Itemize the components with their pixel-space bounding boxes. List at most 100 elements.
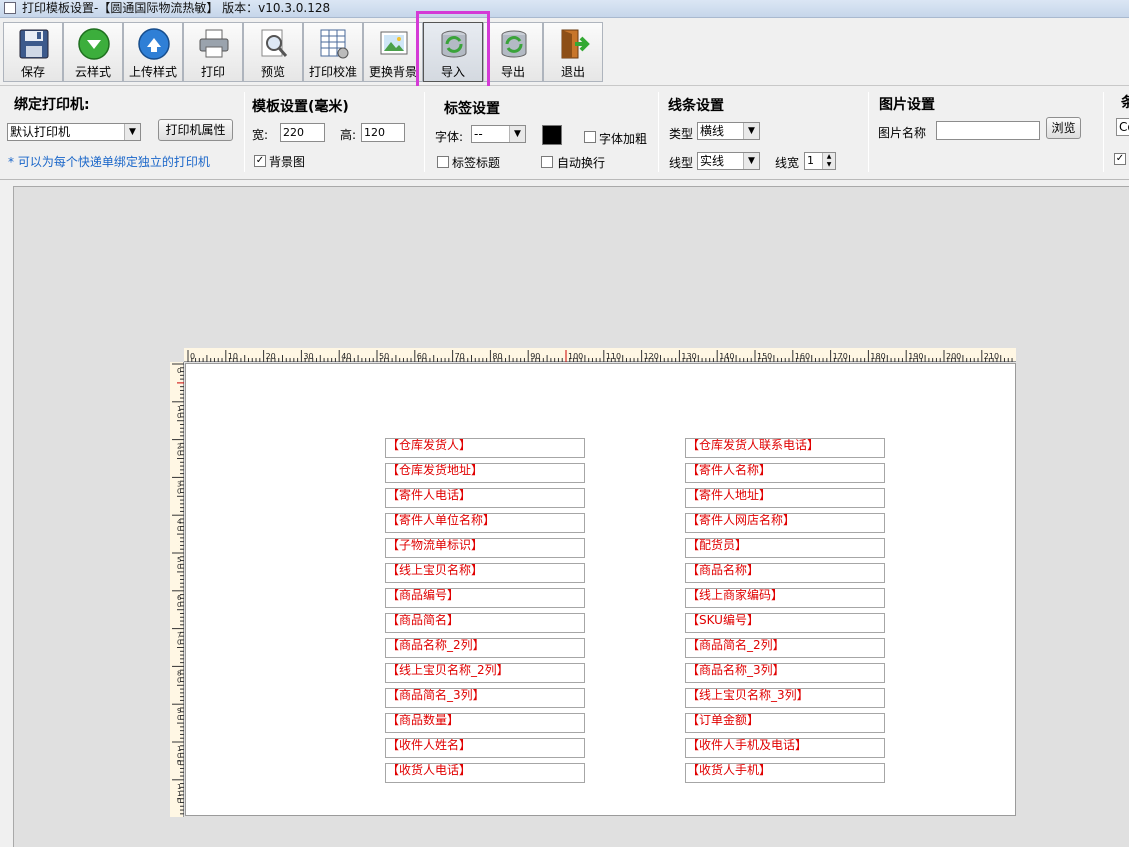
label-field[interactable]: 【商品名称_3列】	[685, 663, 885, 683]
line-width-label: 线宽	[775, 156, 800, 170]
upload-style-button[interactable]: 上传样式	[123, 22, 183, 82]
change-background-button[interactable]: 更换背景	[363, 22, 423, 82]
ruler-label: 100	[568, 352, 583, 361]
extra-select-value: Co	[1119, 120, 1129, 134]
ruler-label: 0	[190, 352, 195, 361]
ruler-label: 140	[719, 352, 734, 361]
label-field[interactable]: 【收件人姓名】	[385, 738, 585, 758]
chevron-down-icon: ▼	[124, 124, 140, 140]
print-button[interactable]: 打印	[183, 22, 243, 82]
label-field[interactable]: 【SKU编号】	[685, 613, 885, 633]
line-section-title: 线条设置	[668, 98, 724, 114]
label-field[interactable]: 【子物流单标识】	[385, 538, 585, 558]
ruler-label: 0	[177, 412, 181, 420]
font-select[interactable]: -- ▼	[471, 125, 526, 143]
line-type-select[interactable]: 横线 ▼	[697, 122, 760, 140]
print-label: 打印	[200, 65, 225, 79]
label-paper[interactable]: 【仓库发货人】 【仓库发货地址】 【寄件人电话】 【寄件人单位名称】 【子物流单标识】【…	[185, 363, 1016, 816]
extra-checkbox[interactable]: ✓	[1114, 153, 1126, 165]
ruler-corner	[170, 348, 184, 362]
ruler-label: 70	[455, 352, 465, 361]
ruler-label: 0	[177, 601, 181, 609]
preview-button[interactable]: 预览	[243, 22, 303, 82]
printer-select[interactable]: 默认打印机 ▼	[7, 123, 141, 141]
autowrap-label: 自动换行	[557, 156, 606, 170]
print-calibration-button[interactable]: 打印校准	[303, 22, 363, 82]
label-section-title: 标签设置	[444, 101, 500, 117]
export-button[interactable]: 导出	[483, 22, 543, 82]
font-color-swatch[interactable]	[542, 125, 562, 145]
ruler-label: 10	[228, 352, 238, 361]
label-field[interactable]: 【收件人手机及电话】	[685, 738, 885, 758]
ruler-label: 0	[177, 563, 181, 571]
title-bar: 打印模板设置-【圆通国际物流热敏】 版本：v10.3.0.128	[0, 0, 1129, 18]
label-title-checkbox[interactable]	[437, 156, 449, 168]
label-field[interactable]: 【商品数量】	[385, 713, 585, 733]
bold-label: 字体加粗	[599, 132, 648, 146]
label-field[interactable]: 【仓库发货地址】	[385, 463, 585, 483]
vertical-ruler-ticks: 0102030405060708090100110	[172, 363, 184, 815]
background-checkbox[interactable]: ✓	[254, 155, 266, 167]
print-calibration-label: 打印校准	[308, 65, 357, 79]
exit-button[interactable]: 退出	[543, 22, 603, 82]
ruler-label: 0	[177, 450, 181, 458]
label-field[interactable]: 【配货员】	[685, 538, 885, 558]
printer-properties-button[interactable]: 打印机属性	[158, 119, 233, 141]
template-width-input[interactable]: 220	[280, 123, 325, 142]
width-label: 宽:	[252, 128, 269, 142]
label-field[interactable]: 【寄件人电话】	[385, 488, 585, 508]
label-field[interactable]: 【商品简名_3列】	[385, 688, 585, 708]
preview-label: 预览	[260, 65, 285, 79]
label-field[interactable]: 【寄件人地址】	[685, 488, 885, 508]
template-height-input[interactable]: 120	[361, 123, 405, 142]
save-button[interactable]: 保存	[3, 22, 63, 82]
autowrap-checkbox[interactable]	[541, 156, 553, 168]
label-field[interactable]: 【商品简名】	[385, 613, 585, 633]
label-field[interactable]: 【仓库发货人联系电话】	[685, 438, 885, 458]
label-title-label: 标签标题	[452, 156, 501, 170]
ruler-label: 80	[492, 352, 502, 361]
label-field[interactable]: 【寄件人网店名称】	[685, 513, 885, 533]
extra-select[interactable]: Co	[1116, 118, 1129, 136]
label-field[interactable]: 【寄件人名称】	[685, 463, 885, 483]
label-field[interactable]: 【线上宝贝名称_2列】	[385, 663, 585, 683]
cloud-style-button[interactable]: 云样式	[63, 22, 123, 82]
font-select-value: --	[474, 127, 483, 141]
ruler-label: 130	[681, 352, 696, 361]
line-style-select[interactable]: 实线 ▼	[697, 152, 760, 170]
line-width-spinner[interactable]: 1 ▲ ▼	[804, 152, 836, 170]
ruler-label: 30	[303, 352, 313, 361]
ruler-label: 120	[644, 352, 659, 361]
browse-button[interactable]: 浏览	[1046, 117, 1081, 139]
import-button[interactable]: 导入	[423, 22, 483, 82]
cloud-style-label: 云样式	[74, 65, 111, 79]
image-name-input[interactable]	[936, 121, 1040, 140]
label-field[interactable]: 【线上商家编码】	[685, 588, 885, 608]
export-label: 导出	[500, 65, 525, 79]
label-field[interactable]: 【商品简名_2列】	[685, 638, 885, 658]
calibration-grid-icon	[320, 29, 349, 59]
ruler-label: 160	[795, 352, 810, 361]
window-title: 打印模板设置-【圆通国际物流热敏】 版本：v10.3.0.128	[22, 1, 331, 15]
spinner-arrows-icon[interactable]: ▲ ▼	[822, 153, 835, 169]
ruler-label: 210	[984, 352, 999, 361]
label-field[interactable]: 【订单金额】	[685, 713, 885, 733]
label-field[interactable]: 【商品编号】	[385, 588, 585, 608]
label-field[interactable]: 【线上宝贝名称】	[385, 563, 585, 583]
ruler-label: 180	[870, 352, 885, 361]
label-field[interactable]: 【寄件人单位名称】	[385, 513, 585, 533]
label-field[interactable]: 【商品名称】	[685, 563, 885, 583]
settings-panel: 绑定打印机: 默认打印机 ▼ 打印机属性 * 可以为每个快递单绑定独立的打印机 …	[0, 86, 1129, 180]
label-field[interactable]: 【收货人电话】	[385, 763, 585, 783]
bold-checkbox[interactable]	[584, 131, 596, 143]
label-field[interactable]: 【仓库发货人】	[385, 438, 585, 458]
ruler-label: 0	[177, 639, 181, 647]
picture-icon	[380, 31, 408, 55]
label-field[interactable]: 【收货人手机】	[685, 763, 885, 783]
label-field[interactable]: 【线上宝贝名称_3列】	[685, 688, 885, 708]
label-field[interactable]: 【商品名称_2列】	[385, 638, 585, 658]
ruler-label: 0	[177, 714, 181, 722]
import-label: 导入	[440, 65, 465, 79]
save-disk-icon	[19, 29, 49, 59]
horizontal-ruler-ticks: 0 10 20 30 40 50 60 70 80 90 100 110 120 130 140 150 160…	[187, 350, 1013, 362]
